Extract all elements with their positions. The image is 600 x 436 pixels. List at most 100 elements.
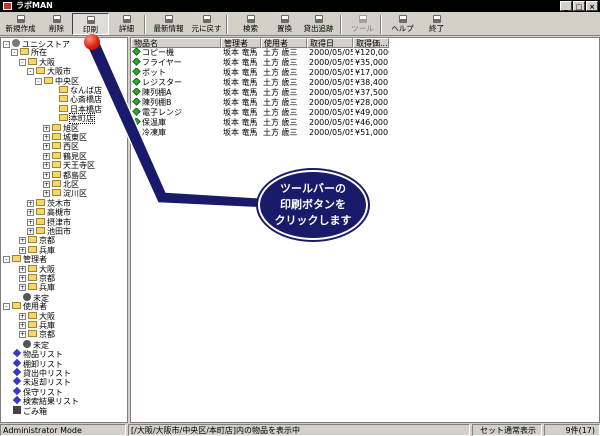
column-header[interactable]: 使用者 xyxy=(261,38,307,48)
replace-button[interactable]: 置換 xyxy=(266,13,303,35)
tree-node[interactable]: + 茨木市 xyxy=(27,198,71,208)
tree-node[interactable]: + 京都 xyxy=(19,236,55,245)
print-button[interactable]: 印刷 xyxy=(72,13,109,35)
tree-node[interactable]: + 池田市 xyxy=(27,227,71,236)
tree-node[interactable]: 保守リスト xyxy=(12,386,63,397)
details-button[interactable]: 詳細 xyxy=(108,13,145,35)
tree-node[interactable]: - 管理者 xyxy=(3,255,47,264)
expand-icon[interactable]: + xyxy=(19,246,26,254)
delete-button[interactable]: 削除 xyxy=(38,13,75,35)
close-button[interactable]: × xyxy=(586,1,598,11)
table-row[interactable]: 冷凍庫 坂本 竜馬 土方 歳三 2000/05/05 ¥51,000 xyxy=(131,128,599,138)
expand-icon[interactable]: + xyxy=(27,209,34,217)
exit-button[interactable]: 終了 xyxy=(418,13,455,35)
expand-icon[interactable]: + xyxy=(43,143,50,151)
expand-icon[interactable]: + xyxy=(19,331,26,339)
help-button[interactable]: ヘルプ xyxy=(384,13,421,35)
column-header[interactable]: 管理者 xyxy=(221,38,261,48)
tree-node[interactable]: 物品リスト xyxy=(12,348,63,359)
tree-node[interactable]: ごみ箱 xyxy=(13,405,47,416)
tree-node[interactable]: - 大阪 xyxy=(19,57,55,67)
collapse-icon[interactable]: - xyxy=(3,303,10,311)
tree-node[interactable]: + 兵庫 xyxy=(19,321,55,330)
tree-node[interactable]: + 淀川区 xyxy=(43,189,87,198)
refresh-button[interactable]: 最新情報 xyxy=(150,13,187,35)
tree-node[interactable]: 未返却リスト xyxy=(12,377,71,387)
expand-icon[interactable]: + xyxy=(43,152,50,160)
tree-node[interactable]: + 西区 xyxy=(43,142,79,151)
tree-node[interactable]: 未定 xyxy=(23,339,49,350)
tree-node[interactable]: 心斎橋店 xyxy=(59,95,102,104)
tree-node[interactable]: 日本橋店 xyxy=(59,104,102,114)
expand-icon[interactable]: + xyxy=(43,181,50,188)
tree-node[interactable]: + 城東区 xyxy=(43,133,87,142)
tree-node[interactable]: + 天王寺区 xyxy=(43,161,95,170)
collapse-icon[interactable]: - xyxy=(35,77,42,85)
tree-node[interactable]: - ユニシストア xyxy=(3,39,70,49)
tree-node[interactable]: - 中央区 xyxy=(35,76,79,86)
expand-icon[interactable]: + xyxy=(43,124,50,132)
table-row[interactable]: ポット 坂本 竜馬 土方 歳三 2000/05/05 ¥17,000 xyxy=(131,68,599,78)
expand-icon[interactable]: + xyxy=(19,265,26,273)
tree-node[interactable]: 本町店 xyxy=(59,113,95,125)
minimize-button[interactable]: _ xyxy=(560,1,572,11)
expand-icon[interactable]: + xyxy=(43,171,50,179)
table-row[interactable]: レジスター 坂本 竜馬 土方 歳三 2000/05/05 ¥38,400 xyxy=(131,78,599,88)
collapse-icon[interactable]: - xyxy=(27,68,34,76)
expand-icon[interactable]: + xyxy=(19,284,26,292)
column-header[interactable]: 取得価... xyxy=(353,38,389,48)
tree-node[interactable]: + 北区 xyxy=(43,180,79,189)
tree-node[interactable]: - 所在 xyxy=(11,48,47,57)
expand-icon[interactable]: + xyxy=(43,190,50,198)
tree-node[interactable]: なんば店 xyxy=(59,86,102,95)
table-row[interactable]: 陳列棚A 坂本 竜馬 土方 歳三 2000/05/05 ¥37,500 xyxy=(131,88,599,98)
tree-node[interactable]: + 都島区 xyxy=(43,170,87,180)
tools-button[interactable]: ツール xyxy=(344,13,381,35)
tree-node[interactable]: + 京都 xyxy=(19,330,55,339)
expand-icon[interactable]: + xyxy=(19,275,26,282)
new-doc-button[interactable]: 新規作成 xyxy=(2,13,39,35)
expand-icon[interactable]: + xyxy=(27,218,34,226)
table-row[interactable]: 陳列棚B 坂本 竜馬 土方 歳三 2000/05/05 ¥28,000 xyxy=(131,98,599,108)
table-row[interactable]: 保温庫 坂本 竜馬 土方 歳三 2000/05/05 ¥46,000 xyxy=(131,118,599,128)
collapse-icon[interactable]: - xyxy=(11,49,18,57)
expand-icon[interactable]: + xyxy=(19,322,26,329)
undo-button[interactable]: 元に戻す xyxy=(188,13,225,35)
expand-icon[interactable]: + xyxy=(27,199,34,207)
maximize-button[interactable]: □ xyxy=(573,1,585,11)
set-display-button[interactable]: セット通常表示 xyxy=(472,424,542,436)
tree-node[interactable]: 貸出中リスト xyxy=(12,367,71,378)
tree-node[interactable]: - 使用者 xyxy=(3,302,47,311)
tree-node[interactable]: + 京都 xyxy=(19,274,55,283)
expand-icon[interactable]: + xyxy=(43,134,50,141)
item-list[interactable]: 物品名 管理者 使用者 取得日 取得価... コピー機 坂本 竜馬 土方 歳三 2000/05… xyxy=(130,37,600,423)
tree-node[interactable]: 未定 xyxy=(23,292,49,303)
toolbar-button-label: 置換 xyxy=(277,24,292,33)
lending-track-button[interactable]: 貸出追跡 xyxy=(300,13,337,35)
tree-view[interactable]: - ユニシストア - 所在 - 大阪 - 大阪市 - 中央区 なんば店 心斎橋店 日本橋店 本町店 + 旭区 +… xyxy=(0,37,128,423)
tree-node[interactable]: + 鶴見区 xyxy=(43,151,87,161)
collapse-icon[interactable]: - xyxy=(3,256,10,264)
search-button[interactable]: 検索 xyxy=(232,13,269,35)
table-row[interactable]: 電子レンジ 坂本 竜馬 土方 歳三 2000/05/05 ¥49,000 xyxy=(131,108,599,118)
table-row[interactable]: コピー機 坂本 竜馬土方 歳三 2000/05/05¥120,000 xyxy=(131,48,599,58)
collapse-icon[interactable]: - xyxy=(19,58,26,66)
tree-node[interactable]: 棚卸リスト xyxy=(12,358,63,369)
tree-node[interactable]: + 旭区 xyxy=(43,123,79,133)
tree-node[interactable]: + 大阪 xyxy=(19,264,55,274)
tree-node[interactable]: + 兵庫 xyxy=(19,283,55,292)
column-header[interactable]: 物品名 xyxy=(131,38,221,48)
expand-icon[interactable]: + xyxy=(19,312,26,320)
table-row[interactable]: フライヤー 坂本 竜馬 土方 歳三 2000/05/05 ¥35,000 xyxy=(131,58,599,68)
expand-icon[interactable]: + xyxy=(27,228,34,235)
tree-node[interactable]: + 兵庫 xyxy=(19,245,55,255)
tree-node[interactable]: + 高槻市 xyxy=(27,208,71,217)
tree-node[interactable]: + 大阪 xyxy=(19,311,55,321)
tree-node[interactable]: + 摂津市 xyxy=(27,217,71,227)
column-header[interactable]: 取得日 xyxy=(307,38,353,48)
tree-node[interactable]: 検索結果リスト xyxy=(12,395,79,406)
expand-icon[interactable]: + xyxy=(19,237,26,245)
tree-node[interactable]: - 大阪市 xyxy=(27,67,71,76)
expand-icon[interactable]: + xyxy=(43,162,50,170)
collapse-icon[interactable]: - xyxy=(3,41,10,48)
